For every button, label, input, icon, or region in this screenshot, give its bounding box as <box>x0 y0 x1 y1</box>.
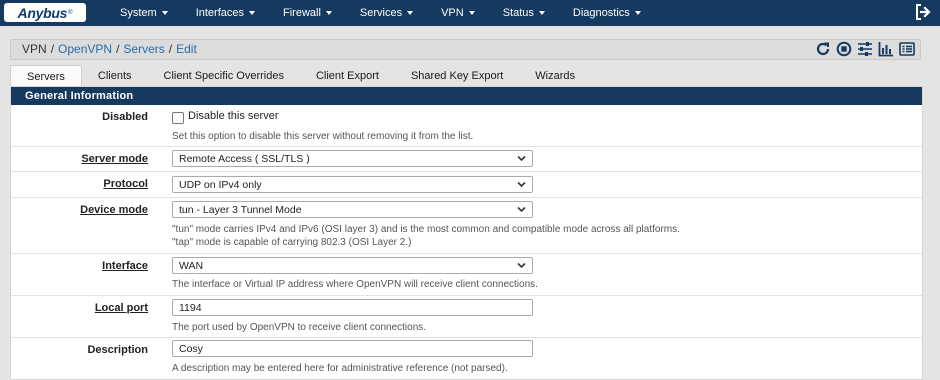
disabled-label: Disabled <box>102 111 148 123</box>
breadcrumb-openvpn[interactable]: OpenVPN <box>58 42 112 56</box>
tab-client-export[interactable]: Client Export <box>300 65 395 86</box>
caret-down-icon <box>468 11 475 15</box>
server-mode-label[interactable]: Server mode <box>11 153 148 165</box>
breadcrumb-vpn: VPN <box>22 42 47 56</box>
menu-system[interactable]: System <box>106 0 182 26</box>
menu-vpn[interactable]: VPN <box>427 0 489 26</box>
caret-down-icon <box>634 11 641 15</box>
breadcrumb-separator: / <box>168 42 173 56</box>
device-mode-select[interactable]: tun - Layer 3 Tunnel Mode <box>172 201 533 218</box>
row-device-mode: Device mode tun - Layer 3 Tunnel Mode "t… <box>11 198 922 254</box>
menu-firewall[interactable]: Firewall <box>269 0 346 26</box>
reload-icon[interactable] <box>815 41 831 57</box>
menu-label: Interfaces <box>195 7 244 19</box>
caret-down-icon <box>325 11 332 15</box>
menu-diagnostics[interactable]: Diagnostics <box>559 0 655 26</box>
menu-label: Diagnostics <box>572 7 630 19</box>
chart-icon[interactable] <box>878 41 894 57</box>
chevron-down-icon <box>517 206 526 213</box>
caret-down-icon <box>538 11 545 15</box>
server-mode-value: Remote Access ( SSL/TLS ) <box>179 152 310 165</box>
protocol-label[interactable]: Protocol <box>11 178 148 190</box>
menu-label: Status <box>502 7 534 19</box>
server-mode-select[interactable]: Remote Access ( SSL/TLS ) <box>172 150 533 167</box>
row-interface: Interface WAN The interface or Virtual I… <box>11 254 922 296</box>
protocol-value: UDP on IPv4 only <box>179 178 262 191</box>
local-port-help: The port used by OpenVPN to receive clie… <box>172 322 427 333</box>
brand-logo[interactable]: Anybus ® <box>4 3 86 22</box>
breadcrumb-separator: / <box>116 42 120 56</box>
breadcrumb-actions <box>815 41 915 57</box>
description-label: Description <box>87 344 148 356</box>
interface-label[interactable]: Interface <box>11 260 148 272</box>
menu-label: Firewall <box>283 7 321 19</box>
chevron-down-icon <box>517 155 526 162</box>
local-port-label[interactable]: Local port <box>11 302 148 314</box>
device-mode-label[interactable]: Device mode <box>11 204 148 216</box>
logout-icon[interactable] <box>914 3 932 21</box>
caret-down-icon <box>249 11 255 15</box>
menu-label: VPN <box>441 7 464 19</box>
disabled-help: Set this option to disable this server w… <box>172 131 474 142</box>
logo-mark: ® <box>68 9 73 16</box>
row-disabled: Disabled Disable this server Set this op… <box>11 105 922 147</box>
section-title: General Information <box>11 87 922 105</box>
row-local-port: Local port 1194 The port used by OpenVPN… <box>11 296 922 338</box>
caret-down-icon <box>407 11 414 15</box>
interface-help: The interface or Virtual IP address wher… <box>172 279 538 290</box>
tab-clients[interactable]: Clients <box>82 65 148 86</box>
menu-status[interactable]: Status <box>489 0 559 26</box>
menu-services[interactable]: Services <box>346 0 427 26</box>
chevron-down-icon <box>517 262 526 269</box>
chevron-down-icon <box>517 181 526 188</box>
device-mode-value: tun - Layer 3 Tunnel Mode <box>179 203 302 216</box>
breadcrumb: VPN / OpenVPN / Servers / Edit <box>22 42 197 56</box>
disable-server-checkbox[interactable] <box>172 112 184 124</box>
local-port-input[interactable]: 1194 <box>172 299 533 316</box>
breadcrumb-bar: VPN / OpenVPN / Servers / Edit <box>10 39 921 60</box>
device-mode-help-tap: "tap" mode is capable of carrying 802.3 … <box>172 237 412 248</box>
breadcrumb-servers[interactable]: Servers <box>123 42 164 56</box>
breadcrumb-edit[interactable]: Edit <box>176 42 197 56</box>
main-menu: System Interfaces Firewall Services VPN … <box>106 0 655 26</box>
general-information-panel: General Information Disabled Disable thi… <box>10 86 923 380</box>
menu-label: Services <box>359 7 403 19</box>
row-protocol: Protocol UDP on IPv4 only <box>11 172 922 198</box>
caret-down-icon <box>161 11 168 15</box>
row-server-mode: Server mode Remote Access ( SSL/TLS ) <box>11 147 922 172</box>
tab-bar: Servers Clients Client Specific Override… <box>10 65 591 87</box>
tab-client-specific-overrides[interactable]: Client Specific Overrides <box>148 65 300 86</box>
device-mode-help-tun: "tun" mode carries IPv4 and IPv6 (OSI la… <box>172 224 680 235</box>
breadcrumb-separator: / <box>50 42 55 56</box>
disable-server-checkbox-label[interactable]: Disable this server <box>188 110 278 122</box>
description-input[interactable]: Cosy <box>172 340 533 357</box>
top-navbar: Anybus ® System Interfaces Firewall Servi… <box>0 0 940 26</box>
list-icon[interactable] <box>899 41 915 57</box>
interface-select[interactable]: WAN <box>172 257 533 274</box>
protocol-select[interactable]: UDP on IPv4 only <box>172 176 533 193</box>
menu-interfaces[interactable]: Interfaces <box>182 0 269 26</box>
description-help: A description may be entered here for ad… <box>172 363 508 374</box>
row-description: Description Cosy A description may be en… <box>11 338 922 378</box>
logo-text: Anybus <box>17 4 68 21</box>
tab-wizards[interactable]: Wizards <box>519 65 591 86</box>
interface-value: WAN <box>179 259 204 272</box>
tab-servers[interactable]: Servers <box>10 65 82 87</box>
menu-label: System <box>120 7 157 19</box>
tab-shared-key-export[interactable]: Shared Key Export <box>395 65 519 86</box>
sliders-icon[interactable] <box>857 41 873 57</box>
stop-icon[interactable] <box>836 41 852 57</box>
